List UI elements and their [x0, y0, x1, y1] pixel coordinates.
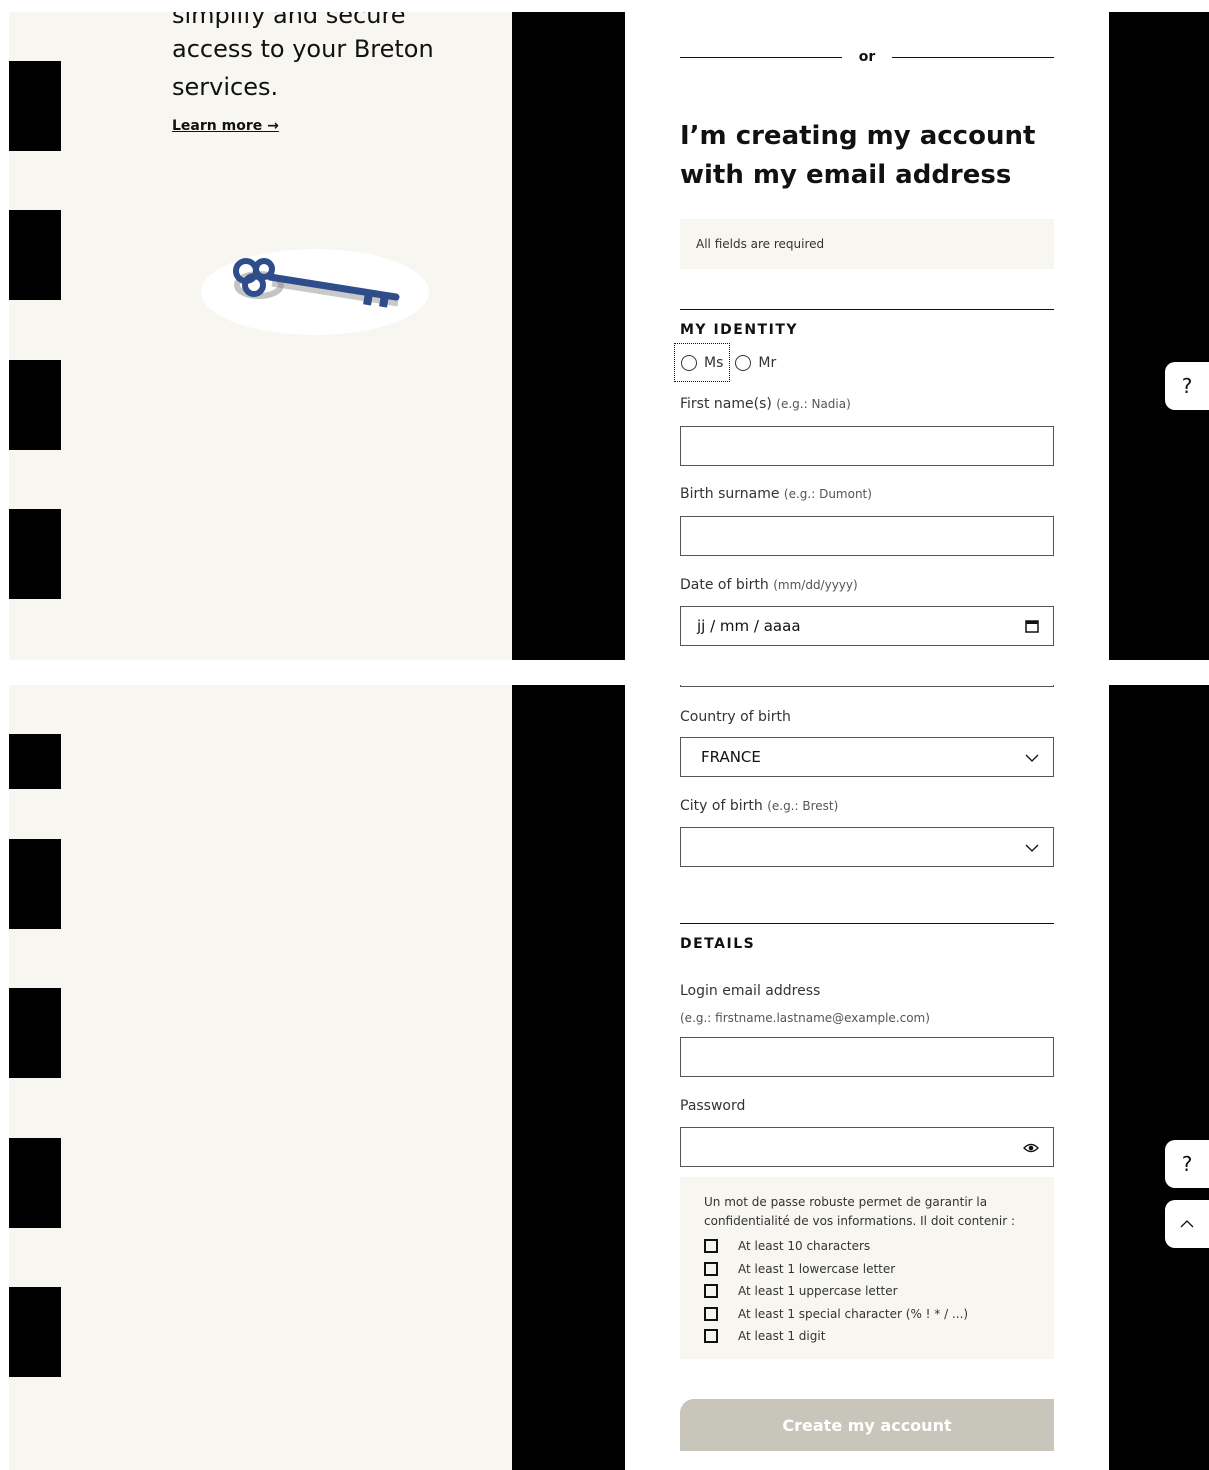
black-band — [512, 685, 625, 1470]
calendar-icon[interactable] — [1025, 619, 1039, 633]
black-block — [9, 988, 61, 1078]
label-hint: (mm/dd/yyyy) — [773, 578, 858, 592]
email-input[interactable] — [680, 1037, 1054, 1077]
details-section-title: DETAILS — [680, 936, 756, 952]
black-block — [9, 839, 61, 929]
truncated-field — [680, 685, 1054, 687]
radio-label: Ms — [704, 354, 724, 371]
rule-text: At least 1 lowercase letter — [738, 1261, 896, 1276]
password-rules-box: Un mot de passe robuste permet de garant… — [680, 1177, 1054, 1359]
key-icon — [233, 258, 400, 308]
required-note: All fields are required — [680, 219, 1054, 269]
create-account-button[interactable]: Create my account — [680, 1399, 1054, 1451]
password-input[interactable] — [680, 1127, 1054, 1167]
help-button[interactable]: ? — [1165, 362, 1209, 410]
checkbox-icon — [704, 1261, 718, 1276]
label-hint: (e.g.: Nadia) — [776, 397, 851, 411]
promo-panel — [9, 12, 512, 660]
radio-circle-icon[interactable] — [681, 354, 697, 371]
black-band — [1109, 12, 1209, 660]
rule-text: At least 1 special character (% ! * / ..… — [738, 1306, 969, 1321]
country-select[interactable]: FRANCE — [680, 737, 1054, 777]
dob-label: Date of birth (mm/dd/yyyy) — [680, 577, 858, 593]
rule-text: At least 1 uppercase letter — [738, 1284, 898, 1299]
radio-mr[interactable]: Mr — [729, 344, 782, 381]
country-value: FRANCE — [701, 748, 761, 766]
section-divider — [680, 309, 1054, 310]
password-rules-intro: Un mot de passe robuste permet de garant… — [704, 1195, 1015, 1228]
black-block — [9, 509, 61, 599]
password-rule: At least 1 digit — [704, 1325, 1030, 1348]
black-block — [9, 1287, 61, 1377]
black-band — [512, 12, 625, 660]
rule-text: At least 10 characters — [738, 1239, 871, 1254]
surname-input[interactable] — [680, 516, 1054, 556]
checkbox-icon — [704, 1239, 718, 1254]
section-divider — [680, 923, 1054, 924]
black-block — [9, 1138, 61, 1228]
learn-more-link[interactable]: Learn more → — [172, 118, 279, 134]
identity-section-title: MY IDENTITY — [680, 322, 798, 338]
black-block — [9, 210, 61, 300]
password-rule: At least 1 uppercase letter — [704, 1280, 1030, 1303]
chevron-up-icon — [1180, 1220, 1194, 1228]
radio-circle-icon[interactable] — [735, 354, 752, 371]
top-view: simplify and secure access to your Breto… — [9, 12, 1209, 660]
black-block — [9, 360, 61, 450]
chevron-down-icon — [1025, 754, 1039, 762]
first-name-label: First name(s) (e.g.: Nadia) — [680, 396, 851, 412]
eye-icon[interactable] — [1023, 1142, 1039, 1154]
bottom-view: ? Country of birth FRANCE City of birth … — [9, 685, 1209, 1470]
dob-input[interactable]: jj / mm / aaaa — [680, 606, 1054, 646]
password-rule: At least 1 lowercase letter — [704, 1258, 1030, 1281]
promo-line: services. — [172, 73, 279, 101]
city-select[interactable] — [680, 827, 1054, 867]
civility-radio-group: Ms Mr — [673, 343, 782, 382]
first-name-input[interactable] — [680, 426, 1054, 466]
or-divider: or — [680, 48, 1054, 68]
label-text: Date of birth — [680, 577, 769, 593]
label-text: Birth surname — [680, 486, 780, 502]
email-label: Login email address — [680, 983, 821, 999]
black-block — [9, 734, 61, 789]
city-label: City of birth (e.g.: Brest) — [680, 798, 838, 814]
promo-panel — [9, 685, 512, 1470]
help-button[interactable]: ? — [1165, 1140, 1209, 1188]
checkbox-icon — [704, 1284, 718, 1299]
surname-label: Birth surname (e.g.: Dumont) — [680, 486, 872, 502]
radio-ms[interactable]: Ms — [673, 343, 731, 382]
checkbox-icon — [704, 1329, 718, 1344]
dob-placeholder: jj / mm / aaaa — [697, 617, 801, 635]
label-hint: (e.g.: Dumont) — [783, 487, 872, 501]
label-text: First name(s) — [680, 396, 772, 412]
checkbox-icon — [704, 1306, 718, 1321]
radio-label: Mr — [758, 354, 777, 371]
page-title: I’m creating my account with my email ad… — [680, 121, 1036, 190]
rule-text: At least 1 digit — [738, 1329, 826, 1344]
black-block — [9, 61, 61, 151]
black-band — [1109, 685, 1209, 1470]
country-label: Country of birth — [680, 709, 791, 725]
scroll-top-button[interactable] — [1165, 1200, 1209, 1248]
chevron-down-icon — [1025, 844, 1039, 852]
label-text: City of birth — [680, 798, 763, 814]
password-label: Password — [680, 1098, 746, 1114]
password-rule: At least 1 special character (% ! * / ..… — [704, 1303, 1030, 1326]
email-hint: (e.g.: firstname.lastname@example.com) — [680, 1011, 930, 1025]
label-hint: (e.g.: Brest) — [767, 799, 839, 813]
promo-line: access to your Breton — [172, 35, 434, 63]
password-rule: At least 10 characters — [704, 1235, 1030, 1258]
